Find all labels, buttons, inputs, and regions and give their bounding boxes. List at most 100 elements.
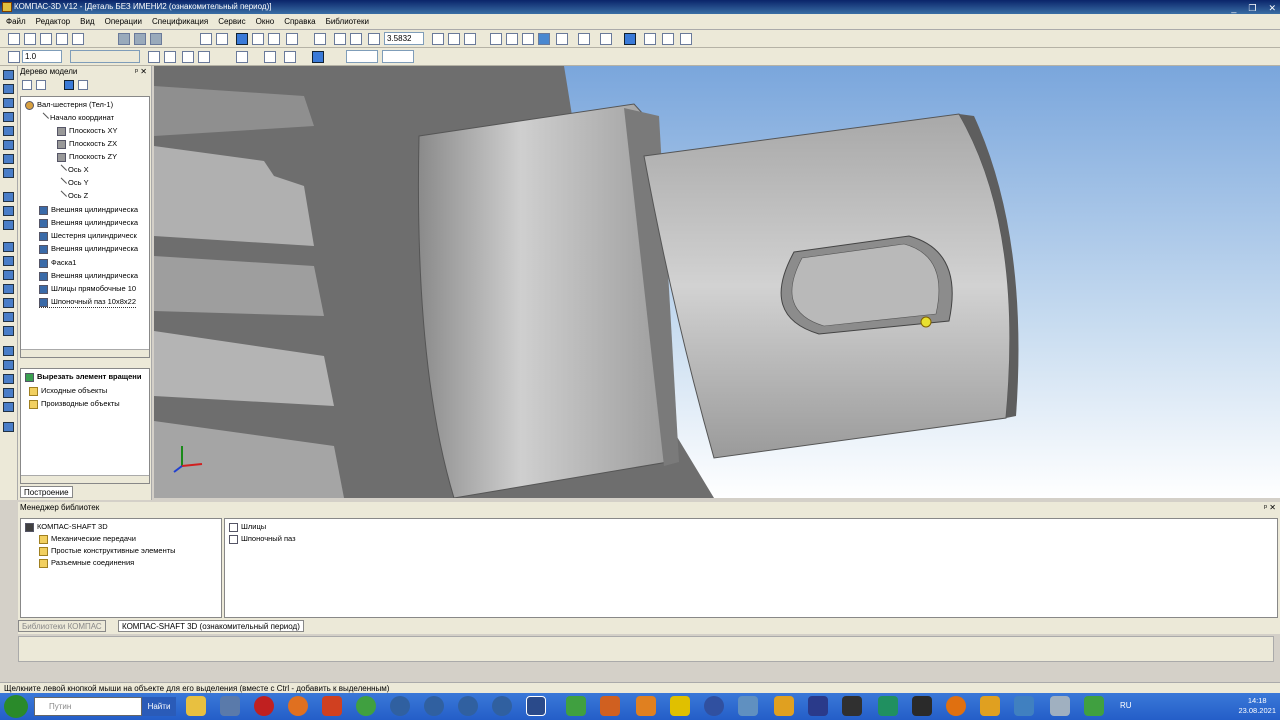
torrent-icon[interactable] (356, 696, 376, 716)
derived-objects-node[interactable]: Производные объекты (29, 398, 120, 410)
tool-17-icon[interactable] (3, 312, 14, 322)
tree-hscrollbar[interactable] (21, 349, 149, 357)
library-folder-node[interactable]: Механические передачи (39, 533, 136, 545)
wireframe-icon[interactable] (490, 33, 502, 45)
clock[interactable]: 14:18 23.08.2021 (1238, 696, 1276, 716)
menu-help[interactable]: Справка (284, 17, 315, 26)
explorer-icon[interactable] (186, 696, 206, 716)
tool-19-icon[interactable] (3, 346, 14, 356)
hidden-lines-icon[interactable] (506, 33, 518, 45)
vlc-icon[interactable] (636, 696, 656, 716)
variables-icon[interactable] (268, 33, 280, 45)
menu-specification[interactable]: Спецификация (152, 17, 208, 26)
tree-node-keyway[interactable]: Шпоночный паз 10х8х22 (39, 296, 136, 308)
start-button[interactable] (4, 695, 28, 718)
shaded-icon[interactable] (538, 33, 550, 45)
zoom-all-icon[interactable] (350, 33, 362, 45)
manager-icon[interactable] (680, 33, 692, 45)
zoom-out-icon[interactable] (368, 33, 380, 45)
preview-icon[interactable] (72, 33, 84, 45)
parameters-icon[interactable] (252, 33, 264, 45)
tree-node-feature[interactable]: Внешняя цилиндрическа (39, 204, 138, 216)
print-icon[interactable] (56, 33, 68, 45)
library-root-node[interactable]: КОМПАС-SHAFT 3D (25, 521, 108, 533)
kompas-icon[interactable] (424, 696, 444, 716)
shaded-edges-icon[interactable] (556, 33, 568, 45)
tool-12-icon[interactable] (3, 242, 14, 252)
coords-icon[interactable] (236, 51, 248, 63)
paste-icon[interactable] (150, 33, 162, 45)
maximize-button[interactable]: ❐ (1248, 1, 1256, 15)
zoom-window-icon[interactable] (334, 33, 346, 45)
taskbar-search-input[interactable]: Путин (34, 697, 142, 716)
app2-icon[interactable] (670, 696, 690, 716)
tree-node-origin[interactable]: Начало координат (36, 112, 114, 125)
pin-icon[interactable]: ᵖ (135, 67, 138, 76)
menu-window[interactable]: Окно (256, 17, 275, 26)
kompas-icon[interactable] (390, 696, 410, 716)
tab-kompas-shaft[interactable]: КОМПАС-SHAFT 3D (ознакомительный период) (118, 620, 304, 632)
save-icon[interactable] (40, 33, 52, 45)
kompas-active-icon[interactable] (526, 696, 546, 716)
ortho-icon[interactable] (264, 51, 276, 63)
tree-node-feature[interactable]: Внешняя цилиндрическа (39, 243, 138, 255)
tool-20-icon[interactable] (3, 360, 14, 370)
step-cursor-icon[interactable] (8, 51, 20, 63)
select-icon[interactable] (624, 33, 636, 45)
tab-kompas-libraries[interactable]: Библиотеки КОМПАС (18, 620, 106, 632)
tool-14-icon[interactable] (3, 270, 14, 280)
zoom-in-icon[interactable] (314, 33, 326, 45)
tool-7-icon[interactable] (3, 154, 14, 164)
firefox-icon[interactable] (288, 696, 308, 716)
video-icon[interactable] (738, 696, 758, 716)
help-pointer-icon[interactable] (286, 33, 298, 45)
tree-node-chamfer[interactable]: Фаска1 (39, 257, 76, 269)
library-folder-node[interactable]: Простые конструктивные элементы (39, 545, 176, 557)
thin-lines-icon[interactable] (522, 33, 534, 45)
d-app-icon[interactable] (912, 696, 932, 716)
operation-hscrollbar[interactable] (21, 475, 149, 483)
measure-icon[interactable] (644, 33, 656, 45)
open-file-icon[interactable] (24, 33, 36, 45)
filter-icon[interactable] (600, 33, 612, 45)
tool-1-icon[interactable] (3, 70, 14, 80)
tool-24-icon[interactable] (3, 422, 14, 432)
local-cs-icon[interactable] (284, 51, 296, 63)
minimize-button[interactable]: _ (1231, 1, 1236, 15)
tool-4-icon[interactable] (3, 112, 14, 122)
tree-node-plane-zy[interactable]: Плоскость ZY (57, 151, 117, 163)
layer-icon[interactable] (148, 51, 160, 63)
green-app-icon[interactable] (1084, 696, 1104, 716)
tool-5-icon[interactable] (3, 126, 14, 136)
find-button[interactable]: Найти (142, 697, 176, 716)
menu-service[interactable]: Сервис (218, 17, 245, 26)
redo-icon[interactable] (216, 33, 228, 45)
onec-icon[interactable] (980, 696, 1000, 716)
tool-18-icon[interactable] (3, 326, 14, 336)
x-coord-input[interactable] (346, 50, 378, 63)
tool-6-icon[interactable] (3, 140, 14, 150)
tree-close-icon[interactable]: ✕ (140, 67, 147, 76)
tree-filter-icon[interactable] (78, 80, 88, 90)
menu-libraries[interactable]: Библиотеки (326, 17, 369, 26)
tree-node-feature[interactable]: Внешняя цилиндрическа (39, 270, 138, 282)
pan-icon[interactable] (432, 33, 444, 45)
tool-10-icon[interactable] (3, 206, 14, 216)
round-icon[interactable] (312, 51, 324, 63)
tree-node-axis-x[interactable]: Ось X (54, 164, 89, 177)
3d-viewport[interactable] (154, 66, 1280, 498)
tree-mode-icon[interactable] (64, 80, 74, 90)
new-file-icon[interactable] (8, 33, 20, 45)
tool-23-icon[interactable] (3, 402, 14, 412)
fire-icon[interactable] (600, 696, 620, 716)
operation-node[interactable]: Вырезать элемент вращени (25, 371, 141, 383)
sketch-icon[interactable] (164, 51, 176, 63)
library-item-keyway[interactable]: Шпоночный паз (229, 533, 296, 545)
step-input[interactable]: 1.0 (22, 50, 62, 63)
tool-8-icon[interactable] (3, 168, 14, 178)
upload-icon[interactable] (704, 696, 724, 716)
opera-icon[interactable] (254, 696, 274, 716)
kompas-icon[interactable] (458, 696, 478, 716)
tree-node-plane-xy[interactable]: Плоскость XY (57, 125, 118, 137)
r-app-icon[interactable] (808, 696, 828, 716)
